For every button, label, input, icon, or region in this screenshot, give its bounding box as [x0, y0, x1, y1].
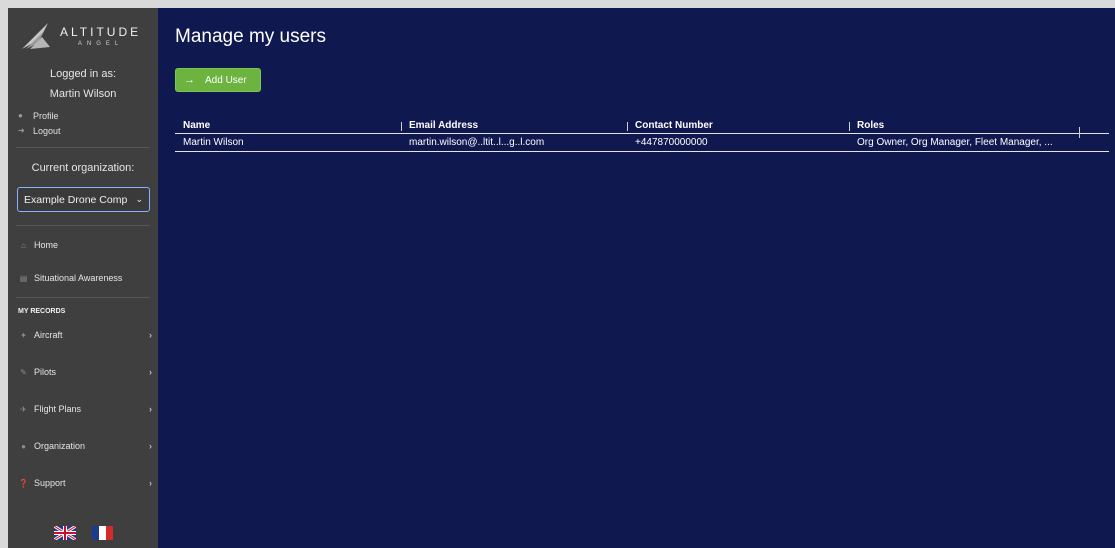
cell-contact: +447870000000	[635, 137, 708, 148]
table-row[interactable]: Martin Wilson martin.wilson@..ltit..l...…	[175, 134, 1109, 152]
pilot-icon: ✎	[20, 367, 27, 377]
column-header-name[interactable]: Name	[175, 120, 401, 131]
users-table: Name Email Address Contact Number Roles …	[175, 117, 1109, 152]
column-header-contact[interactable]: Contact Number	[627, 120, 849, 131]
cell-name: Martin Wilson	[183, 137, 244, 148]
nav-situational-awareness[interactable]: ▤ Situational Awareness	[8, 268, 158, 288]
main-content: Manage my users → Add User Name Email Ad…	[158, 8, 1115, 548]
logout-link[interactable]: ➜ Logout	[8, 123, 158, 138]
login-info: Logged in as: Martin Wilson	[8, 68, 158, 100]
nav-flight-plans[interactable]: ✈ Flight Plans ›	[8, 399, 158, 419]
add-user-label: Add User	[205, 74, 247, 86]
logged-in-user: Martin Wilson	[49, 88, 117, 100]
nav-home-label: Home	[34, 240, 59, 250]
logout-icon: ➜	[18, 126, 25, 135]
organization-selected: Example Drone Comp	[24, 193, 128, 206]
cell-roles: Org Owner, Org Manager, Fleet Manager, .…	[857, 137, 1053, 148]
home-icon: ⌂	[21, 240, 26, 250]
divider	[16, 297, 150, 298]
chevron-right-icon: ›	[149, 367, 152, 377]
flight-plans-icon: ✈	[20, 404, 27, 414]
divider	[16, 225, 150, 226]
angel-wing-icon	[22, 23, 50, 49]
fr-flag-icon[interactable]	[91, 526, 113, 540]
language-switcher	[8, 526, 158, 540]
chevron-right-icon: ›	[149, 478, 152, 488]
nav-organization[interactable]: ● Organization ›	[8, 436, 158, 456]
nav-organization-label: Organization	[34, 441, 86, 451]
nav-pilots[interactable]: ✎ Pilots ›	[8, 362, 158, 382]
map-icon: ▤	[19, 273, 28, 283]
brand-sub: ANGEL	[77, 41, 124, 47]
column-header-roles[interactable]: Roles	[849, 120, 1079, 131]
nav-flight-plans-label: Flight Plans	[34, 404, 82, 414]
nav-situational-awareness-label: Situational Awareness	[34, 273, 123, 283]
nav-aircraft-label: Aircraft	[34, 330, 63, 340]
nav-support-label: Support	[34, 478, 66, 488]
logout-label: Logout	[33, 125, 61, 136]
chevron-right-icon: ›	[149, 441, 152, 451]
logged-in-label: Logged in as:	[49, 68, 117, 80]
page-title: Manage my users	[175, 26, 327, 47]
organization-select[interactable]: Example Drone Comp ⌄	[17, 187, 150, 212]
nav-support[interactable]: ❓ Support ›	[8, 473, 158, 493]
nav-aircraft[interactable]: ✦ Aircraft ›	[8, 325, 158, 345]
user-icon: ●	[18, 111, 23, 120]
add-user-button[interactable]: → Add User	[175, 68, 261, 92]
uk-flag-icon[interactable]	[53, 526, 76, 540]
nav-home[interactable]: ⌂ Home	[8, 235, 158, 255]
organization-icon: ●	[21, 441, 26, 451]
column-header-email[interactable]: Email Address	[401, 120, 627, 131]
profile-label: Profile	[33, 110, 59, 121]
arrow-right-icon: →	[184, 74, 195, 86]
chevron-right-icon: ›	[149, 404, 152, 414]
nav-pilots-label: Pilots	[34, 367, 57, 377]
brand-name: ALTITUDE	[60, 25, 142, 39]
sidebar: ALTITUDE ANGEL Logged in as: Martin Wils…	[8, 8, 158, 548]
brand-logo[interactable]: ALTITUDE ANGEL	[8, 8, 158, 64]
chevron-right-icon: ›	[149, 330, 152, 340]
support-icon: ❓	[18, 478, 29, 488]
app-frame: ALTITUDE ANGEL Logged in as: Martin Wils…	[8, 8, 1115, 548]
profile-link[interactable]: ● Profile	[8, 108, 158, 123]
cell-email: martin.wilson@..ltit..l...g..l.com	[409, 137, 545, 148]
current-org-label: Current organization:	[31, 162, 135, 174]
aircraft-icon: ✦	[20, 330, 27, 340]
divider	[16, 147, 150, 148]
my-records-heading: MY RECORDS	[18, 308, 66, 315]
chevron-down-icon: ⌄	[135, 194, 143, 204]
table-header: Name Email Address Contact Number Roles	[175, 117, 1109, 138]
